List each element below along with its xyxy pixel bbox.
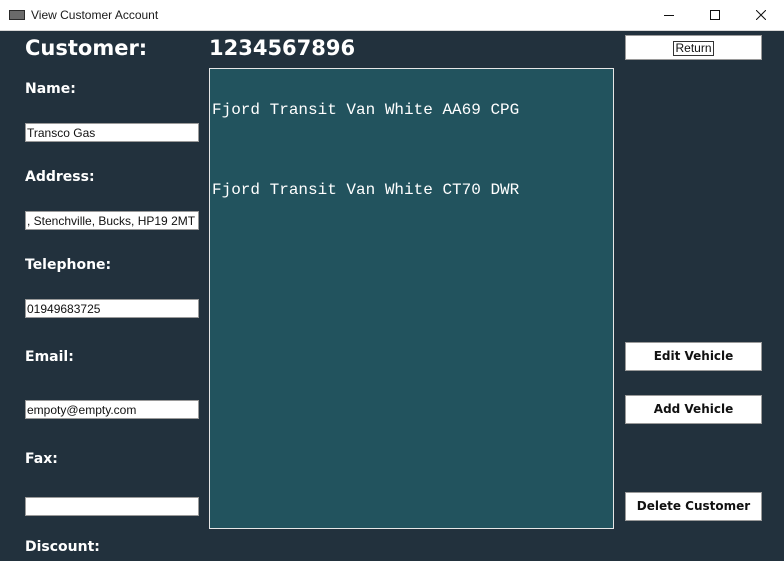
close-button[interactable] [738,0,784,31]
name-field[interactable] [25,123,199,142]
list-item[interactable]: Fjord Transit Van White AA69 CPG [212,101,519,119]
telephone-label: Telephone: [25,257,112,273]
add-vehicle-button[interactable]: Add Vehicle [625,395,762,424]
return-button[interactable]: Return [625,35,762,60]
title-bar: View Customer Account [0,0,784,31]
edit-vehicle-button[interactable]: Edit Vehicle [625,342,762,371]
list-item[interactable]: Fjord Transit Van White CT70 DWR [212,181,519,199]
return-button-label: Return [673,41,714,56]
email-label: Email: [25,349,74,365]
maximize-icon [710,10,720,20]
address-field[interactable] [25,211,199,230]
name-label: Name: [25,81,76,97]
email-field[interactable] [25,400,199,419]
customer-label: Customer: [25,36,148,60]
maximize-button[interactable] [692,0,738,31]
address-label: Address: [25,169,95,185]
fax-field[interactable] [25,497,199,516]
fax-label: Fax: [25,451,58,467]
window-title: View Customer Account [31,8,159,22]
delete-customer-button[interactable]: Delete Customer [625,492,762,521]
minimize-icon [664,15,674,16]
minimize-button[interactable] [646,0,692,31]
discount-label: Discount: [25,539,100,555]
app-icon [9,10,25,20]
close-icon [756,10,766,20]
customer-number: 1234567896 [209,36,356,60]
vehicle-list[interactable]: Fjord Transit Van White AA69 CPG Fjord T… [209,68,614,529]
telephone-field[interactable] [25,299,199,318]
